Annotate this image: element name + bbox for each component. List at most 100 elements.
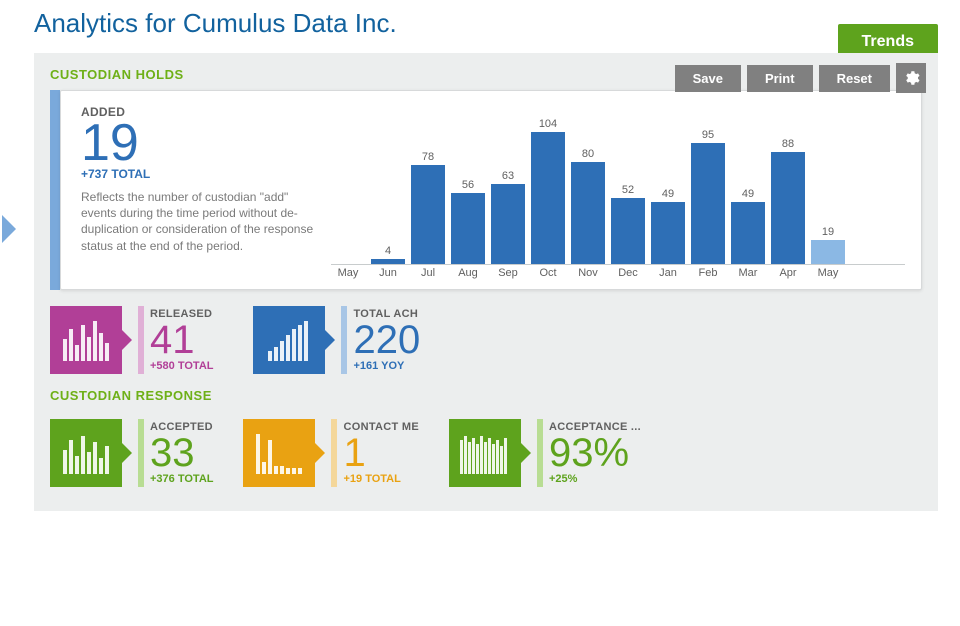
bar-value-label: 63 xyxy=(502,170,514,182)
bar xyxy=(571,162,605,264)
acceptance-sparkline-box xyxy=(449,419,521,487)
accepted-sub: +376 TOTAL xyxy=(150,473,213,485)
bar-column: 4 xyxy=(371,245,405,264)
settings-button[interactable] xyxy=(896,63,926,93)
bar-chart-icon xyxy=(460,432,510,474)
bar-value-label: 104 xyxy=(539,118,557,130)
accepted-sparkline-box xyxy=(50,419,122,487)
gear-icon xyxy=(902,69,920,87)
bar-column: 49 xyxy=(731,188,765,264)
bar xyxy=(811,240,845,264)
bar-value-label: 80 xyxy=(582,148,594,160)
bar-column: 80 xyxy=(571,148,605,264)
totalach-sparkline-box xyxy=(253,306,325,374)
bar xyxy=(371,259,405,264)
bar-category-label: Dec xyxy=(618,267,638,279)
bar-category-label: Aug xyxy=(458,267,478,279)
contact-sub: +19 TOTAL xyxy=(343,473,419,485)
totalach-value: 220 xyxy=(353,320,420,360)
added-summary: ADDED 19 +737 TOTAL Reflects the number … xyxy=(81,105,331,283)
bar xyxy=(531,132,565,264)
section-title-response: CUSTODIAN RESPONSE xyxy=(50,388,922,403)
bar xyxy=(451,193,485,264)
tile-accent xyxy=(537,419,543,487)
bar-value-label: 4 xyxy=(385,245,391,257)
tile-accent xyxy=(341,306,347,374)
tile-accent xyxy=(138,306,144,374)
bar-column: 63 xyxy=(491,170,525,264)
tile-arrow-icon xyxy=(521,443,531,463)
bar xyxy=(411,165,445,264)
bar-value-label: 56 xyxy=(462,179,474,191)
reset-button[interactable]: Reset xyxy=(819,65,890,92)
bar-value-label: 95 xyxy=(702,129,714,141)
bar-chart-icon xyxy=(264,319,314,361)
chart-arrow-icon xyxy=(2,215,16,243)
contact-sparkline-box xyxy=(243,419,315,487)
released-sub: +580 TOTAL xyxy=(150,360,213,372)
tile-accepted[interactable]: ACCEPTED 33 +376 TOTAL xyxy=(50,419,213,487)
bar-value-label: 19 xyxy=(822,226,834,238)
tile-arrow-icon xyxy=(122,330,132,350)
toolbar: Save Print Reset xyxy=(675,63,926,93)
print-button[interactable]: Print xyxy=(747,65,813,92)
bar-category-label: Mar xyxy=(739,267,758,279)
tile-total-ach[interactable]: TOTAL ACH 220 +161 YOY xyxy=(253,306,420,374)
contact-value: 1 xyxy=(343,433,419,473)
tile-acceptance[interactable]: ACCEPTANCE ... 93% +25% xyxy=(449,419,641,487)
tile-arrow-icon xyxy=(325,330,335,350)
bar-category-label: Jul xyxy=(421,267,435,279)
added-description: Reflects the number of custodian "add" e… xyxy=(81,189,321,254)
bar-category-label: Sep xyxy=(498,267,518,279)
bar-category-label: May xyxy=(338,267,359,279)
tile-accent xyxy=(138,419,144,487)
bar-category-label: Oct xyxy=(539,267,556,279)
released-value: 41 xyxy=(150,320,213,360)
bar-category-label: Nov xyxy=(578,267,598,279)
bar xyxy=(611,198,645,264)
bar-value-label: 78 xyxy=(422,151,434,163)
bar xyxy=(651,202,685,264)
bar-column xyxy=(331,262,365,264)
bar-chart-icon xyxy=(61,319,111,361)
added-bar-chart: 4 78 56 63 104 80 52 49 95 49 88 19 May Jun Jul Aug Sep… xyxy=(331,105,905,283)
bar-column: 88 xyxy=(771,138,805,264)
bar-chart-icon xyxy=(254,432,304,474)
bar-column: 49 xyxy=(651,188,685,264)
bar xyxy=(491,184,525,264)
bar-chart-icon xyxy=(61,432,111,474)
tile-arrow-icon xyxy=(122,443,132,463)
bar-category-label: May xyxy=(818,267,839,279)
added-value: 19 xyxy=(81,117,321,169)
bar-category-label: Jan xyxy=(659,267,677,279)
bar xyxy=(731,202,765,264)
tile-released[interactable]: RELEASED 41 +580 TOTAL xyxy=(50,306,213,374)
page-title: Analytics for Cumulus Data Inc. xyxy=(0,0,960,53)
bar-value-label: 52 xyxy=(622,184,634,196)
bar xyxy=(691,143,725,264)
tile-contact-me[interactable]: CONTACT ME 1 +19 TOTAL xyxy=(243,419,419,487)
bar-column: 95 xyxy=(691,129,725,264)
released-sparkline-box xyxy=(50,306,122,374)
acceptance-value: 93% xyxy=(549,433,641,473)
added-chart-block: ADDED 19 +737 TOTAL Reflects the number … xyxy=(50,90,922,290)
save-button[interactable]: Save xyxy=(675,65,741,92)
bar-column: 78 xyxy=(411,151,445,264)
analytics-panel: Save Print Reset CUSTODIAN HOLDS ADDED 1… xyxy=(34,53,938,511)
bar-column: 19 xyxy=(811,226,845,264)
accepted-value: 33 xyxy=(150,433,213,473)
tile-accent xyxy=(331,419,337,487)
chart-accent-bar xyxy=(50,90,60,290)
response-tiles-row: ACCEPTED 33 +376 TOTAL CONTACT ME 1 +19 … xyxy=(50,419,922,487)
bar-category-label: Apr xyxy=(779,267,796,279)
bar-value-label: 49 xyxy=(742,188,754,200)
bar xyxy=(771,152,805,264)
added-chart-card: ADDED 19 +737 TOTAL Reflects the number … xyxy=(60,90,922,290)
added-subtotal: +737 TOTAL xyxy=(81,167,321,181)
bar-column: 56 xyxy=(451,179,485,264)
bar-column: 104 xyxy=(531,118,565,264)
tile-arrow-icon xyxy=(315,443,325,463)
bar-category-label: Jun xyxy=(379,267,397,279)
holds-tiles-row: RELEASED 41 +580 TOTAL TOTAL ACH 220 +16… xyxy=(50,306,922,374)
bar-category-label: Feb xyxy=(699,267,718,279)
